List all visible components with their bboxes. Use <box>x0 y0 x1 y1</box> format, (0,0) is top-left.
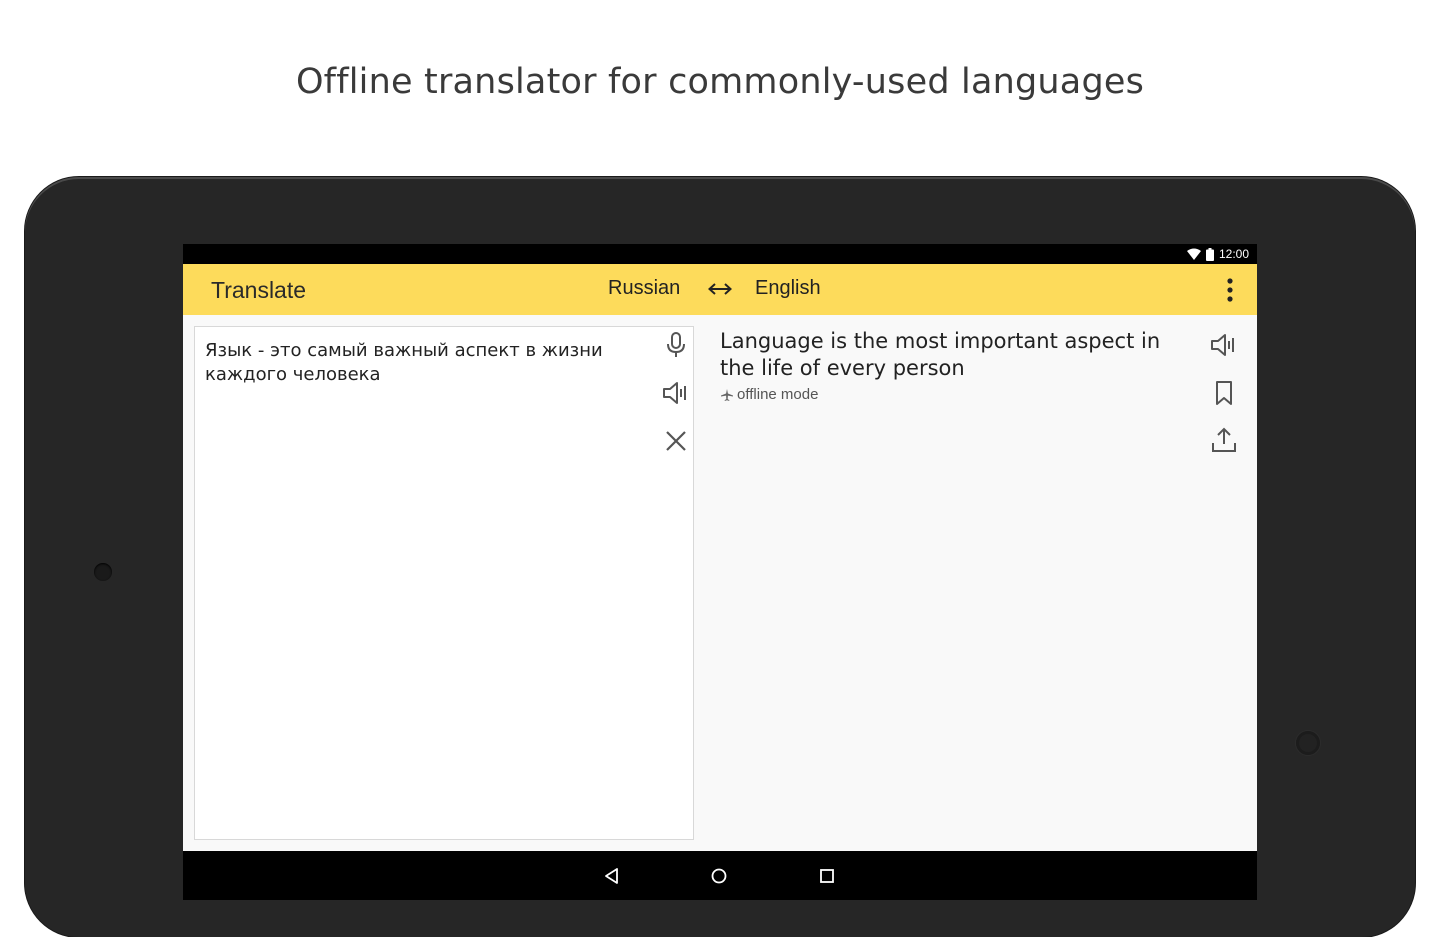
recents-icon[interactable] <box>816 865 838 887</box>
airplane-icon <box>721 388 733 401</box>
microphone-icon[interactable] <box>661 330 691 360</box>
share-icon[interactable] <box>1209 425 1239 455</box>
sensor <box>1296 731 1320 755</box>
app-bar: Translate Russian English <box>183 264 1257 315</box>
bookmark-icon[interactable] <box>1209 378 1239 408</box>
promo-headline: Offline translator for commonly-used lan… <box>295 62 1145 102</box>
home-icon[interactable] <box>708 865 730 887</box>
device-screen: 12:00 Translate Russian English Язык - э… <box>183 244 1257 900</box>
status-bar: 12:00 <box>183 244 1257 264</box>
more-vertical-icon[interactable] <box>1218 276 1242 304</box>
offline-mode-label: offline mode <box>737 386 819 403</box>
speaker-icon[interactable] <box>661 378 691 408</box>
speaker-icon[interactable] <box>1209 330 1239 360</box>
source-text[interactable]: Язык - это самый важный аспект в жизни к… <box>205 339 625 387</box>
offline-mode-badge: offline mode <box>720 386 818 403</box>
source-language-selector[interactable]: Russian <box>608 277 680 300</box>
swap-arrows-icon[interactable] <box>706 278 734 300</box>
target-language-selector[interactable]: English <box>755 277 821 300</box>
front-camera <box>94 563 112 581</box>
wifi-icon <box>1186 248 1201 260</box>
back-icon[interactable] <box>601 865 623 887</box>
battery-icon <box>1205 247 1214 261</box>
clock: 12:00 <box>1218 247 1249 261</box>
clear-icon[interactable] <box>661 426 691 456</box>
app-title: Translate <box>211 277 307 303</box>
source-text-field[interactable]: Язык - это самый важный аспект в жизни к… <box>194 326 694 840</box>
navigation-bar <box>183 851 1257 900</box>
translation-text: Language is the most important aspect in… <box>720 329 1161 380</box>
